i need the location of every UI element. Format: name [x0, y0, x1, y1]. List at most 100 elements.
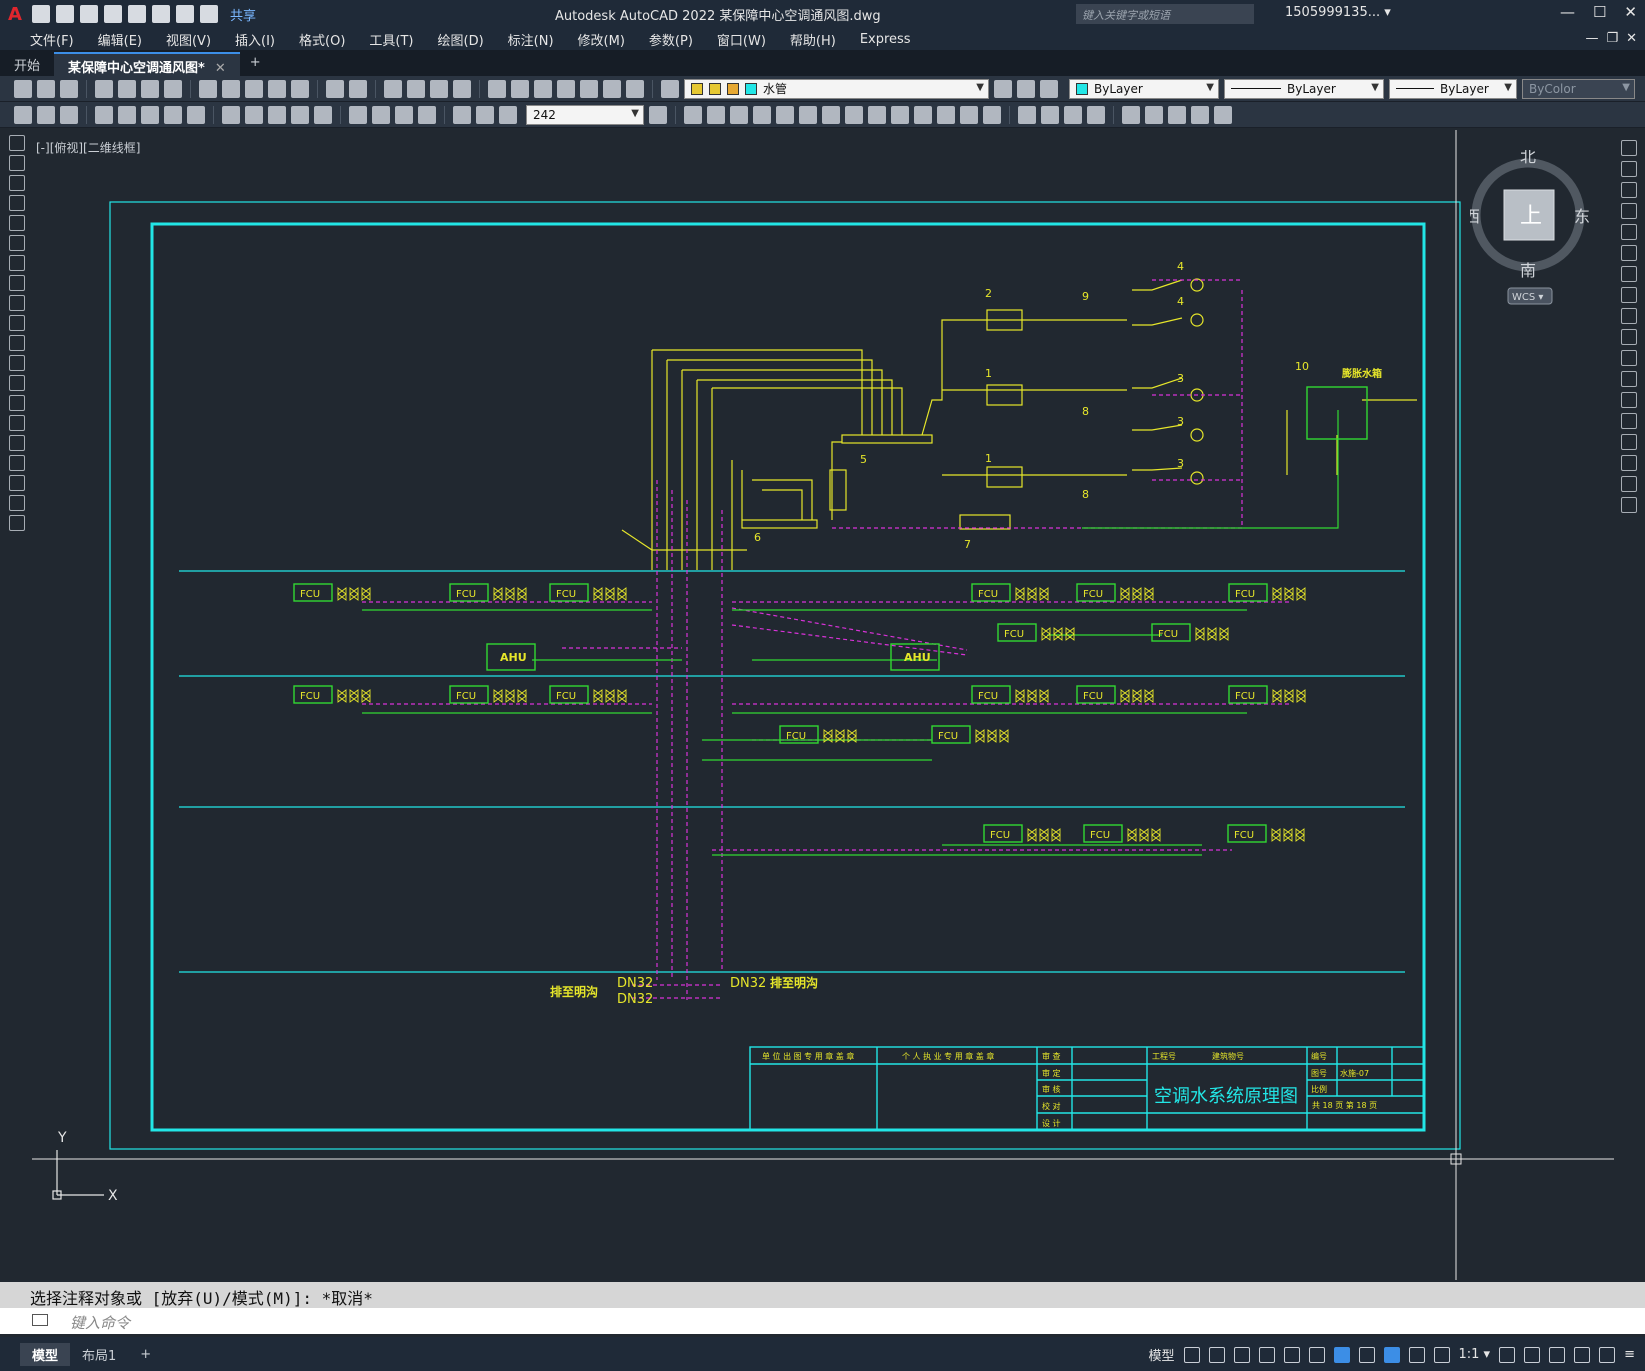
array-icon[interactable]	[1621, 224, 1637, 240]
make-current-layer-icon[interactable]	[994, 79, 1012, 98]
text-icon[interactable]	[9, 495, 25, 511]
new-tab-button[interactable]: +	[240, 52, 271, 76]
object-snap-tracking-icon[interactable]	[1308, 1346, 1325, 1363]
drawing-canvas[interactable]: FCU FCU FCU FCU FCU FCU FCU FCU FCU FCU FCU FCU FCU F…	[32, 130, 1614, 1280]
lengthen-icon[interactable]	[1191, 105, 1209, 124]
ellipse-icon[interactable]	[9, 315, 25, 331]
trim-icon[interactable]	[1621, 329, 1637, 345]
tab-start[interactable]: 开始	[0, 52, 54, 76]
extend-icon[interactable]	[1621, 350, 1637, 366]
tab-close-icon[interactable]: ✕	[215, 61, 226, 76]
table-icon[interactable]	[9, 475, 25, 491]
hatch-icon[interactable]	[9, 415, 25, 431]
jogged-linear-icon[interactable]	[418, 105, 436, 124]
doc-minimize-icon[interactable]: —	[1585, 31, 1598, 46]
array-icon[interactable]	[776, 105, 794, 124]
offset-icon[interactable]	[753, 105, 771, 124]
scale-icon[interactable]	[1621, 287, 1637, 303]
offset-icon[interactable]	[1621, 203, 1637, 219]
compass-west[interactable]: 西	[1464, 207, 1480, 226]
fillet-icon[interactable]	[1621, 455, 1637, 471]
dim-space-icon[interactable]	[291, 105, 309, 124]
undo-icon[interactable]	[326, 79, 344, 98]
explode-icon[interactable]	[1621, 497, 1637, 513]
dim-baseline-icon[interactable]	[245, 105, 263, 124]
mirror-icon[interactable]	[730, 105, 748, 124]
publish-icon[interactable]	[127, 5, 146, 23]
wcs-menu[interactable]: WCS ▾	[1512, 292, 1543, 303]
add-layout-button[interactable]: +	[128, 1345, 163, 1364]
drawing-viewport[interactable]: FCU FCU FCU FCU FCU FCU FCU FCU FCU FCU FCU FCU FCU F…	[32, 130, 1614, 1280]
block-editor-icon[interactable]	[291, 79, 309, 98]
region-icon[interactable]	[9, 455, 25, 471]
point-icon[interactable]	[9, 395, 25, 411]
pedit-icon[interactable]	[1214, 105, 1232, 124]
zoom-previous-icon[interactable]	[453, 79, 471, 98]
line-icon[interactable]	[9, 135, 25, 151]
blend-icon[interactable]	[1621, 476, 1637, 492]
markup-icon[interactable]	[580, 79, 598, 98]
object-snap-icon[interactable]	[1333, 1346, 1350, 1363]
group-icon[interactable]	[1122, 105, 1140, 124]
join-icon[interactable]	[960, 105, 978, 124]
preview-icon[interactable]	[118, 79, 136, 98]
insert-block-icon[interactable]	[9, 355, 25, 371]
match-properties-icon[interactable]	[268, 79, 286, 98]
doc-restore-icon[interactable]: ❐	[1606, 31, 1618, 46]
quick-dim-icon[interactable]	[222, 105, 240, 124]
stretch-icon[interactable]	[1621, 308, 1637, 324]
new-file-icon[interactable]	[31, 5, 50, 23]
linetype-dropdown[interactable]: ByLayer ▼	[1224, 78, 1384, 99]
dim-text-edit-icon[interactable]	[476, 105, 494, 124]
qnew-icon[interactable]	[14, 79, 32, 98]
rotate-icon[interactable]	[822, 105, 840, 124]
minimize-icon[interactable]: —	[1560, 3, 1575, 21]
dim-radius-icon[interactable]	[118, 105, 136, 124]
compass-south[interactable]: 南	[1520, 261, 1536, 280]
hardware-acceleration-icon[interactable]	[1574, 1346, 1591, 1363]
inspection-icon[interactable]	[395, 105, 413, 124]
menu-item[interactable]: 参数(P)	[637, 30, 705, 49]
grid-icon[interactable]	[1183, 1346, 1200, 1363]
pan-icon[interactable]	[384, 79, 402, 98]
workspace-gear-icon[interactable]	[1499, 1346, 1516, 1363]
model-space-toggle[interactable]: 模型	[1148, 1345, 1174, 1364]
layer-properties-icon[interactable]	[661, 79, 679, 98]
menu-item[interactable]: Express	[848, 32, 923, 47]
dim-jogged-icon[interactable]	[141, 105, 159, 124]
dim-aligned-icon[interactable]	[37, 105, 55, 124]
annotation-visibility-icon[interactable]	[1383, 1346, 1400, 1363]
dim-angular-icon[interactable]	[187, 105, 205, 124]
redo-icon[interactable]	[199, 5, 218, 23]
erase-icon[interactable]	[684, 105, 702, 124]
stretch-icon[interactable]	[868, 105, 886, 124]
command-prompt-icon[interactable]	[32, 1314, 48, 1326]
dim-ordinate-icon[interactable]	[95, 105, 113, 124]
tolerance-icon[interactable]	[349, 105, 367, 124]
design-center-icon[interactable]	[511, 79, 529, 98]
auto-scale-icon[interactable]	[1408, 1346, 1425, 1363]
undo-icon[interactable]	[175, 5, 194, 23]
join-icon[interactable]	[1621, 413, 1637, 429]
compass-north[interactable]: 北	[1520, 147, 1536, 166]
save-as-icon[interactable]	[103, 5, 122, 23]
chamfer-icon[interactable]	[1621, 434, 1637, 450]
mirror-icon[interactable]	[1621, 182, 1637, 198]
break-icon[interactable]	[937, 105, 955, 124]
construction-line-icon[interactable]	[9, 155, 25, 171]
layer-dropdown[interactable]: 水管 ▼	[684, 78, 989, 99]
publish-icon[interactable]	[141, 79, 159, 98]
lineweight-dropdown[interactable]: ByLayer ▼	[1389, 78, 1517, 99]
move-icon[interactable]	[1621, 245, 1637, 261]
spline-icon[interactable]	[9, 295, 25, 311]
redo-icon[interactable]	[349, 79, 367, 98]
dim-linear-icon[interactable]	[14, 105, 32, 124]
dim-continue-icon[interactable]	[268, 105, 286, 124]
move-icon[interactable]	[799, 105, 817, 124]
rotate-icon[interactable]	[1621, 266, 1637, 282]
isolate-objects-icon[interactable]	[1549, 1346, 1566, 1363]
open-file-icon[interactable]	[55, 5, 74, 23]
add-selected-icon[interactable]	[9, 515, 25, 531]
compass-east[interactable]: 东	[1574, 207, 1590, 226]
plot-icon[interactable]	[151, 5, 170, 23]
